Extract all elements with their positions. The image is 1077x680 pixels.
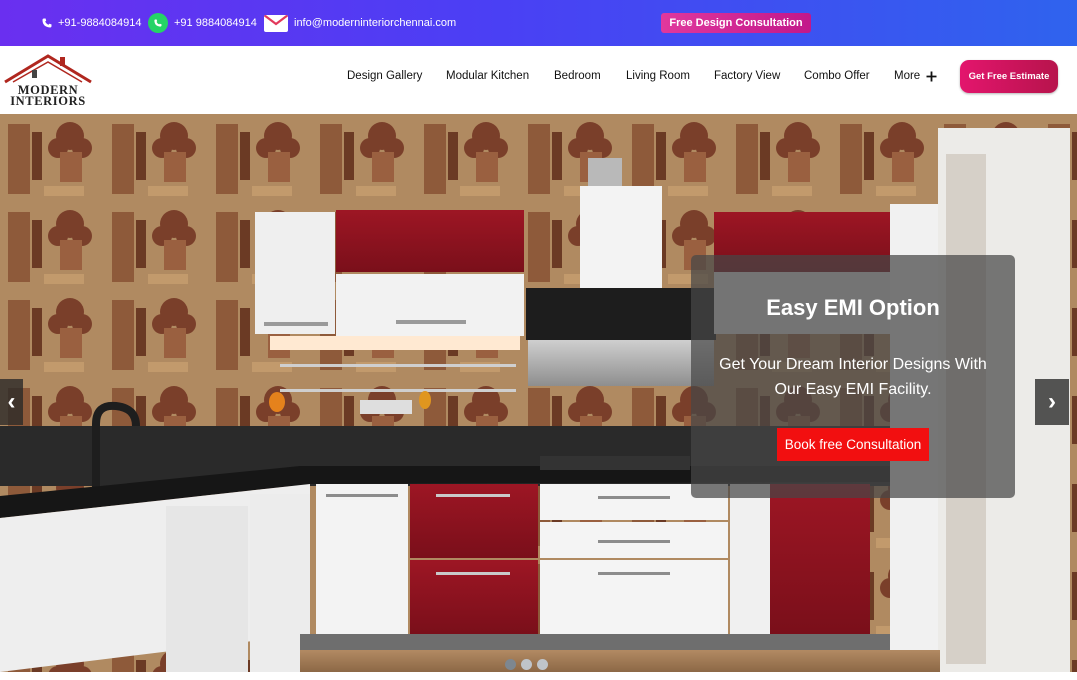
main-navbar: MODERN INTERIORS Design Gallery Modular … — [0, 46, 1077, 114]
slider-dot[interactable] — [505, 659, 516, 670]
slider-dots — [505, 659, 548, 670]
logo-line-2: INTERIORS — [10, 94, 86, 108]
email-address: info@moderninteriorchennai.com — [294, 17, 457, 29]
nav-combo-offer[interactable]: Combo Offer — [804, 46, 870, 106]
nav-bedroom[interactable]: Bedroom — [554, 46, 601, 106]
slider-prev-button[interactable]: ‹ — [0, 379, 23, 425]
slider-next-button[interactable]: › — [1035, 379, 1069, 425]
logo-text: MODERN INTERIORS — [2, 84, 94, 108]
whatsapp-number: +91 9884084914 — [174, 17, 257, 29]
phone-contact[interactable]: +91-9884084914 — [42, 0, 142, 46]
slider-dot[interactable] — [537, 659, 548, 670]
nav-more[interactable]: More — [894, 46, 937, 106]
house-roof-icon — [4, 54, 92, 84]
promo-overlay: Easy EMI Option Get Your Dream Interior … — [691, 255, 1015, 498]
phone-icon — [42, 18, 52, 28]
promo-subtitle: Get Your Dream Interior Designs With Our… — [719, 356, 987, 398]
chevron-right-icon: › — [1048, 388, 1056, 415]
email-contact[interactable]: info@moderninteriorchennai.com — [264, 0, 456, 46]
nav-more-label: More — [894, 70, 921, 82]
nav-modular-kitchen[interactable]: Modular Kitchen — [446, 46, 529, 106]
plus-icon — [926, 71, 937, 81]
nav-factory-view[interactable]: Factory View — [714, 46, 780, 106]
get-free-estimate-button[interactable]: Get Free Estimate — [960, 60, 1058, 93]
hero-slider: Easy EMI Option Get Your Dream Interior … — [0, 114, 1077, 672]
nav-design-gallery[interactable]: Design Gallery — [347, 46, 422, 106]
promo-title: Easy EMI Option — [766, 295, 940, 320]
phone-number: +91-9884084914 — [58, 17, 142, 29]
nav-living-room[interactable]: Living Room — [626, 46, 690, 106]
mail-icon — [264, 14, 288, 32]
book-free-consultation-button[interactable]: Book free Consultation — [777, 428, 929, 461]
top-contact-bar: +91-9884084914 +91 9884084914 info@moder… — [0, 0, 1077, 46]
chevron-left-icon: ‹ — [7, 388, 16, 415]
free-design-consultation-button[interactable]: Free Design Consultation — [661, 13, 811, 33]
whatsapp-icon — [148, 13, 168, 33]
logo[interactable]: MODERN INTERIORS — [2, 52, 98, 110]
whatsapp-contact[interactable]: +91 9884084914 — [148, 0, 257, 46]
page-bottom-strip — [0, 672, 1077, 680]
slider-dot[interactable] — [521, 659, 532, 670]
